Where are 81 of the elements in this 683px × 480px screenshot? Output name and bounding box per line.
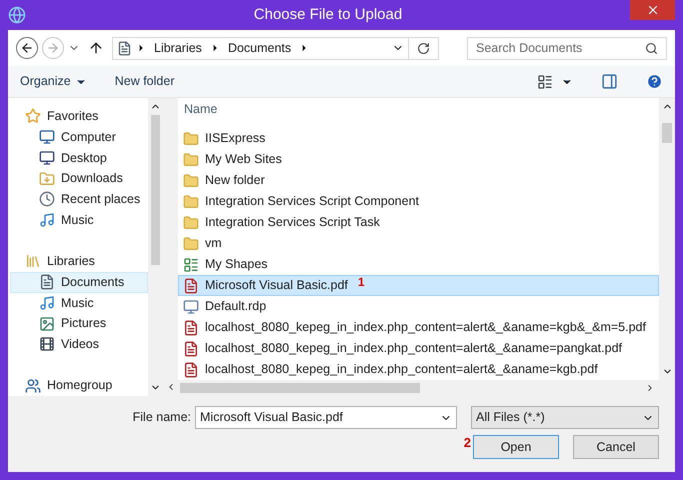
cancel-button[interactable]: Cancel — [573, 435, 659, 459]
close-button[interactable] — [630, 0, 675, 20]
help-icon[interactable] — [646, 73, 663, 90]
scroll-thumb[interactable] — [151, 115, 160, 265]
nav-item[interactable]: Documents — [10, 272, 148, 292]
preview-pane-icon[interactable] — [601, 73, 618, 90]
file-row[interactable]: localhost_8080_kepeg_in_index.php_content=alert&_&aname=kgb.pdf — [178, 359, 659, 380]
nav-item[interactable]: Music — [10, 292, 148, 314]
nav-item[interactable]: Favorites — [10, 106, 148, 127]
file-row[interactable]: My Web Sites — [178, 149, 659, 170]
browser-logo-icon — [8, 6, 26, 24]
file-row[interactable]: IISExpress — [178, 128, 659, 149]
file-row[interactable]: localhost_8080_kepeg_in_index.php_content=alert&_&aname=pangkat.pdf — [178, 338, 659, 359]
folder-icon — [183, 236, 199, 252]
organize-button[interactable]: Organize — [20, 72, 87, 91]
back-button[interactable] — [16, 37, 38, 59]
picture-icon — [39, 316, 55, 332]
document-icon — [39, 274, 55, 290]
column-header[interactable]: Name — [184, 100, 218, 118]
film-icon — [39, 336, 55, 352]
scroll-thumb[interactable] — [180, 383, 420, 393]
file-row[interactable]: Microsoft Visual Basic.pdf 1 — [178, 275, 659, 296]
refresh-icon[interactable] — [417, 42, 430, 54]
nav-item[interactable]: Music — [10, 210, 148, 230]
forward-arrow-icon — [46, 41, 60, 55]
file-row[interactable]: vm — [178, 233, 659, 254]
nav-item[interactable]: Videos — [10, 334, 148, 355]
star-icon — [25, 108, 41, 124]
nav-item[interactable]: Libraries — [10, 251, 148, 272]
search-field[interactable]: Search Documents — [467, 36, 667, 60]
nav-item[interactable]: Downloads — [10, 168, 148, 189]
breadcrumb[interactable]: Libraries — [150, 38, 206, 58]
nav-item[interactable]: Recent places — [10, 189, 148, 210]
window-title: Choose File to Upload — [252, 4, 404, 25]
pdf-file-icon — [183, 362, 199, 378]
open-button[interactable]: Open — [473, 435, 559, 459]
folder-icon — [183, 172, 199, 188]
file-row[interactable]: localhost_8080_kepeg_in_index.php_content=alert&_&aname=kgb&_&m=5.pdf — [178, 317, 659, 338]
up-icon[interactable] — [88, 40, 104, 56]
scrollbar[interactable] — [148, 98, 163, 396]
nav-item[interactable]: Computer — [10, 126, 148, 148]
pdf-file-icon — [183, 278, 199, 294]
scroll-thumb[interactable] — [662, 123, 672, 143]
library-folder-icon — [25, 253, 41, 270]
search-icon — [645, 42, 658, 54]
monitor-icon — [39, 150, 55, 166]
new-folder-button[interactable]: New folder — [114, 72, 174, 91]
nav-item[interactable]: Homegroup — [10, 375, 148, 396]
document-icon — [117, 40, 132, 56]
horizontal-scrollbar[interactable] — [178, 380, 675, 396]
clock-icon — [39, 191, 55, 208]
people-icon — [25, 378, 41, 394]
shapes-icon — [183, 256, 199, 272]
file-name-label: File name: — [132, 409, 191, 426]
nav-item[interactable]: Pictures — [10, 313, 148, 334]
computer-icon — [39, 129, 55, 146]
file-row[interactable]: Default.rdp — [178, 296, 659, 317]
pdf-file-icon — [183, 320, 199, 336]
folder-icon — [183, 194, 199, 210]
nav-item[interactable]: Desktop — [10, 148, 148, 168]
music-note-icon — [39, 212, 55, 228]
address-bar[interactable]: Libraries Documents — [112, 36, 439, 60]
file-row[interactable]: Integration Services Script Component — [178, 191, 659, 212]
music-note-icon — [39, 294, 55, 311]
details-view-icon — [537, 74, 553, 90]
search-input[interactable]: Search Documents — [476, 38, 645, 58]
download-folder-icon — [39, 170, 55, 187]
pdf-file-icon — [183, 340, 199, 356]
breadcrumb[interactable]: Documents — [224, 38, 296, 58]
file-row[interactable]: Integration Services Script Task — [178, 212, 659, 233]
view-options-button[interactable] — [537, 74, 573, 90]
file-type-dropdown[interactable]: All Files (*.*) — [471, 406, 659, 429]
folder-icon — [183, 152, 199, 168]
folder-icon — [183, 214, 199, 230]
file-name-field[interactable]: Microsoft Visual Basic.pdf — [195, 406, 457, 429]
file-row[interactable]: New folder — [178, 170, 659, 191]
scrollbar[interactable] — [659, 98, 675, 380]
annotation-number: 2 — [464, 434, 471, 452]
file-row[interactable]: My Shapes — [178, 254, 659, 275]
annotation-number: 1 — [358, 274, 365, 290]
folder-icon — [183, 130, 199, 146]
